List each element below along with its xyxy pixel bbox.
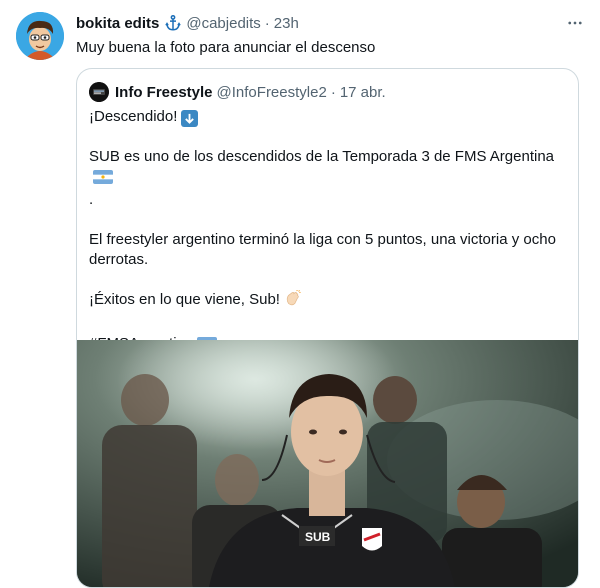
quoted-author-avatar[interactable] [89,82,109,102]
anchor-icon [164,14,182,32]
clapping-hands-icon [284,289,302,314]
tweet-timestamp[interactable]: 23h [274,15,299,32]
quoted-line-4: ¡Éxitos en lo que viene, Sub! [89,289,566,314]
quoted-tweet-text: ¡Descendido! SUB es uno de los descendid… [89,107,566,357]
separator-dot: · [264,14,270,32]
quoted-author-name[interactable]: Info Freestyle [115,84,213,101]
quoted-line-1-text: ¡Descendido! [89,108,178,125]
quoted-line-2-text: SUB es uno de los descendidos de la Temp… [89,148,555,165]
quoted-line-2: SUB es uno de los descendidos de la Temp… [89,147,566,190]
quoted-tweet-header: Info Freestyle @InfoFreestyle2 · 17 abr. [89,81,566,103]
author-avatar[interactable] [16,12,64,60]
avatar-image [16,12,64,60]
author-handle[interactable]: @cabjedits [186,15,260,32]
photo-image: SUB [77,340,578,587]
quoted-author-handle[interactable]: @InfoFreestyle2 [217,84,327,101]
more-icon[interactable] [566,14,584,32]
quoted-line-4-text: ¡Éxitos en lo que viene, Sub! [89,291,280,308]
argentina-flag-icon [93,170,113,190]
quoted-tweet-photo[interactable]: SUB [77,340,578,587]
tweet[interactable]: bokita edits @cabjedits · 23h Muy buena … [0,0,600,588]
tweet-text: Muy buena la foto para anunciar el desce… [76,39,376,56]
author-name[interactable]: bokita edits [76,15,159,32]
photo-shirt-text: SUB [305,530,331,544]
quoted-tweet[interactable]: Info Freestyle @InfoFreestyle2 · 17 abr.… [76,68,579,588]
tweet-header: bokita edits @cabjedits · 23h [76,12,584,34]
quoted-line-1: ¡Descendido! [89,107,566,127]
down-arrow-icon [181,110,199,127]
quoted-timestamp[interactable]: 17 abr. [340,84,386,101]
separator-dot: · [330,83,336,101]
quoted-line-3: El freestyler argentino terminó la liga … [89,231,556,268]
quoted-line-2b: . [89,191,94,208]
